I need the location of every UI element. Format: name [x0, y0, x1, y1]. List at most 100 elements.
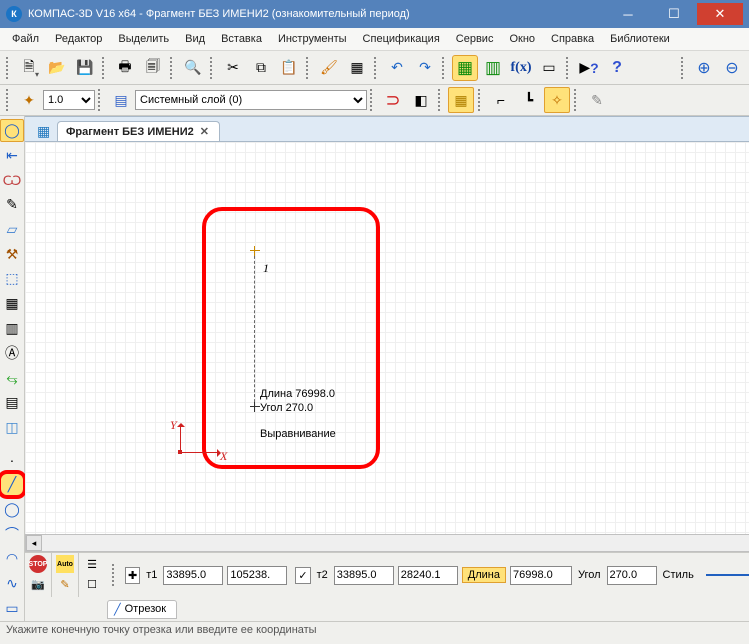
ellipse-tool[interactable]: ◠	[0, 548, 24, 571]
redo-button[interactable]: ↷	[412, 55, 438, 81]
spline-tool[interactable]: ∿	[0, 572, 24, 595]
edit-tool[interactable]: ✎	[0, 193, 24, 216]
local-csys-button[interactable]: ┗	[516, 87, 542, 113]
menu-spec[interactable]: Спецификация	[355, 31, 448, 47]
sheet-tool[interactable]: ◫	[0, 416, 24, 439]
doc-button[interactable]: ☐	[83, 575, 101, 593]
compass-tool[interactable]: Ⓐ	[0, 342, 24, 365]
line-segment-tool[interactable]: ╱	[0, 473, 24, 496]
offset-tool[interactable]: ⥃	[0, 367, 24, 390]
spec-tool[interactable]: ▦	[0, 292, 24, 315]
manager-button-2[interactable]: ▥	[480, 55, 506, 81]
pt1-y-input[interactable]	[227, 566, 287, 585]
menu-select[interactable]: Выделить	[110, 31, 177, 47]
toolbar-grip[interactable]	[566, 57, 572, 79]
save-button[interactable]: 💾	[72, 55, 98, 81]
ortho-button[interactable]: ⌐	[488, 87, 514, 113]
props-button[interactable]: ▦	[344, 55, 370, 81]
length-input[interactable]	[510, 566, 572, 585]
toolbar-grip[interactable]	[210, 57, 216, 79]
style-preview[interactable]	[706, 574, 749, 576]
toolbar-grip[interactable]	[98, 89, 104, 111]
layer-select[interactable]: Системный слой (0)	[135, 90, 367, 110]
grid-toggle[interactable]: ▦	[448, 87, 474, 113]
minimize-button[interactable]: ─	[605, 3, 651, 25]
horizontal-scrollbar[interactable]: ◂ ▸	[25, 534, 749, 552]
drawing-canvas[interactable]: 1 Длина 76998.0 Угол 270.0 Выравнивание …	[25, 142, 749, 534]
menu-view[interactable]: Вид	[177, 31, 213, 47]
cut-button[interactable]: ✂	[220, 55, 246, 81]
toolbar-grip[interactable]	[442, 57, 448, 79]
abort-button[interactable]: STOP	[29, 555, 47, 573]
toolbar-grip[interactable]	[102, 57, 108, 79]
menu-editor[interactable]: Редактор	[47, 31, 110, 47]
toolbar-grip[interactable]	[374, 57, 380, 79]
select-tool[interactable]: ⬚	[0, 268, 24, 291]
param-tool[interactable]: ▱	[0, 218, 24, 241]
toolbar-grip[interactable]	[112, 564, 118, 586]
menu-tools[interactable]: Инструменты	[270, 31, 355, 47]
snap-button[interactable]: ◧	[408, 87, 434, 113]
toolbar-grip[interactable]	[306, 57, 312, 79]
paste-button[interactable]: 📋	[276, 55, 302, 81]
toolbar-grip[interactable]	[6, 89, 12, 111]
toolbar-grip[interactable]	[681, 57, 687, 79]
zoom-in-button[interactable]: ⊕	[691, 55, 717, 81]
pencil-button[interactable]: ✎	[56, 575, 74, 593]
vars-button[interactable]: ▭	[536, 55, 562, 81]
zoom-out-button[interactable]: ⊖	[719, 55, 745, 81]
pt2-x-input[interactable]	[334, 566, 394, 585]
open-button[interactable]: 📂	[44, 55, 70, 81]
menu-file[interactable]: Файл	[4, 31, 47, 47]
scroll-left-button[interactable]: ◂	[26, 535, 42, 551]
tab-close-icon[interactable]: ✕	[200, 125, 209, 138]
copy-button[interactable]: ⧉	[248, 55, 274, 81]
menu-window[interactable]: Окно	[501, 31, 543, 47]
length-label[interactable]: Длина	[462, 567, 506, 583]
pt1-x-input[interactable]	[163, 566, 223, 585]
report-tool[interactable]: ▥	[0, 317, 24, 340]
command-tab-segment[interactable]: ╱ Отрезок	[107, 600, 177, 619]
zoom-button[interactable]: 🔍	[180, 55, 206, 81]
layers-icon[interactable]: ▤	[108, 87, 134, 113]
close-button[interactable]: ✕	[697, 3, 743, 25]
toolbar-grip[interactable]	[438, 89, 444, 111]
toolbar-grip[interactable]	[6, 57, 12, 79]
table-tool[interactable]: ▤	[0, 391, 24, 414]
dyn-button[interactable]: ✧	[544, 87, 570, 113]
whatsthis-button[interactable]: ▶?	[576, 55, 602, 81]
csys-button[interactable]: ✦	[16, 87, 42, 113]
text-tool[interactable]: Ѡ	[0, 169, 24, 192]
pt2-icon[interactable]: ✓	[295, 567, 310, 584]
point-tool[interactable]: ·	[0, 449, 24, 472]
undo-button[interactable]: ↶	[384, 55, 410, 81]
new-button[interactable]: 🗎	[16, 55, 42, 81]
menu-libraries[interactable]: Библиотеки	[602, 31, 678, 47]
pt1-icon[interactable]: ✚	[125, 567, 140, 584]
menu-service[interactable]: Сервис	[448, 31, 502, 47]
preview-button[interactable]: 🗐	[140, 55, 166, 81]
rect-tool[interactable]: ▭	[0, 597, 24, 620]
toolbar-grip[interactable]	[574, 89, 580, 111]
toolbar-grip[interactable]	[370, 89, 376, 111]
camera-button[interactable]: 📷	[29, 575, 47, 593]
circle-tool[interactable]: ◯	[0, 498, 24, 521]
toolbar-grip[interactable]	[478, 89, 484, 111]
document-tab[interactable]: Фрагмент БЕЗ ИМЕНИ2 ✕	[57, 121, 220, 141]
fx-button[interactable]: f(x)	[508, 55, 534, 81]
menu-insert[interactable]: Вставка	[213, 31, 270, 47]
pt2-y-input[interactable]	[398, 566, 458, 585]
menu-button[interactable]: ☰	[83, 555, 101, 573]
auto-button[interactable]: Auto	[56, 555, 74, 573]
scale-select[interactable]: 1.0	[43, 90, 95, 110]
menu-help[interactable]: Справка	[543, 31, 602, 47]
maximize-button[interactable]: ☐	[651, 3, 697, 25]
measure-tool[interactable]: ⚒	[0, 243, 24, 266]
dimension-tool[interactable]: ⇤	[0, 144, 24, 167]
brush-button[interactable]: 🖌	[316, 55, 342, 81]
arc-tool[interactable]: ⌒	[0, 523, 24, 546]
help-button[interactable]: ?	[604, 55, 630, 81]
print-button[interactable]: 🖶	[112, 55, 138, 81]
magnet-button[interactable]: ⊃	[380, 87, 406, 113]
angle-input[interactable]	[607, 566, 657, 585]
